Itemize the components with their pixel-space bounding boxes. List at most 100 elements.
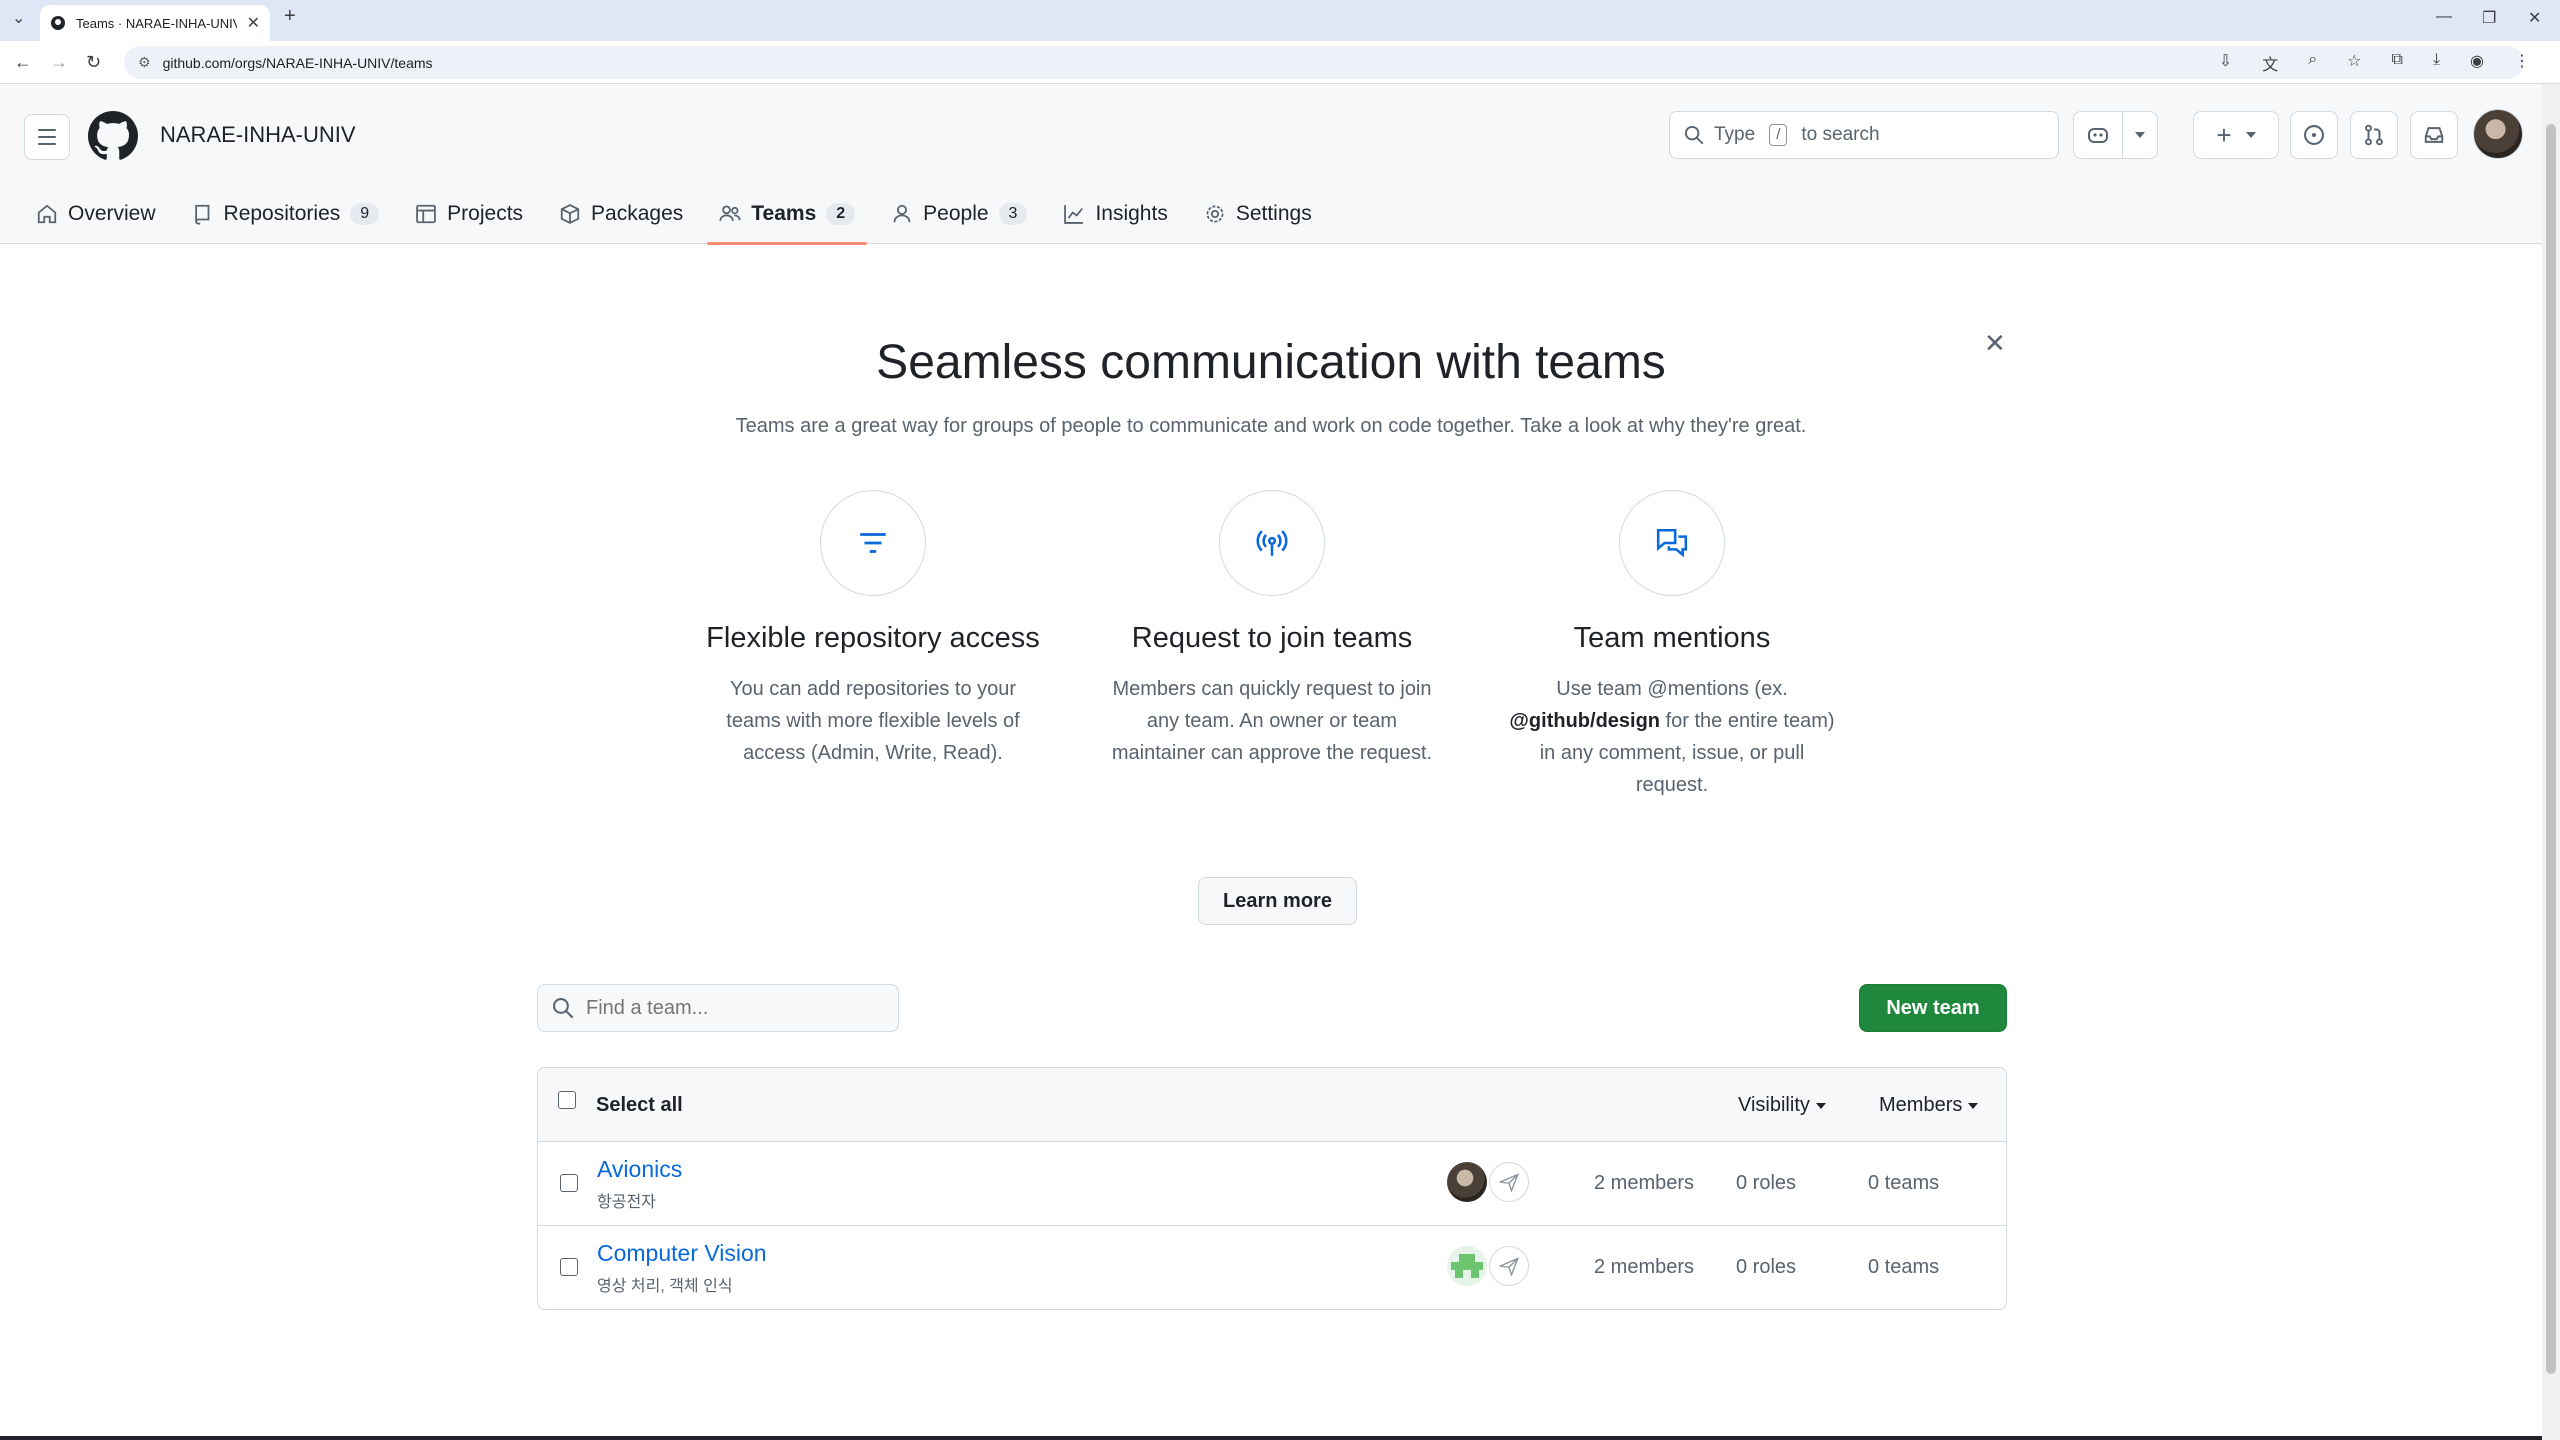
install-icon[interactable]: ⇩: [2219, 51, 2232, 75]
team-roles-count[interactable]: 0 roles: [1736, 1172, 1796, 1195]
back-icon[interactable]: ←: [14, 52, 32, 73]
user-avatar[interactable]: [2473, 109, 2523, 159]
chevron-down-icon: [2245, 132, 2256, 138]
paper-plane-icon: [1499, 1173, 1519, 1192]
member-avatar-placeholder[interactable]: [1489, 1162, 1529, 1202]
feature-title: Flexible repository access: [706, 622, 1040, 654]
open-navigation-button[interactable]: [24, 114, 70, 160]
team-row: Avionics 항공전자 2 members 0 roles 0 teams: [538, 1142, 2006, 1226]
team-roles-count[interactable]: 0 roles: [1736, 1256, 1796, 1279]
restore-icon[interactable]: ❐: [2482, 8, 2496, 28]
browser-menu-icon[interactable]: ⋮: [2514, 51, 2530, 75]
chevron-down-icon: [1968, 1102, 1979, 1109]
select-all-checkbox[interactable]: [558, 1091, 576, 1109]
feature-flexible-access: Flexible repository access You can add r…: [693, 490, 1053, 769]
member-avatar-placeholder[interactable]: [1489, 1246, 1529, 1286]
tab-people[interactable]: People 3: [879, 184, 1039, 244]
filter-icon: [860, 533, 886, 553]
feature-icon-circle: [1619, 490, 1725, 596]
teams-table: Select all Visibility Members Avionics 항…: [537, 1067, 2007, 1310]
pull-requests-button[interactable]: [2350, 111, 2398, 159]
org-header: NARAE-INHA-UNIV Type / to search + Overvie…: [0, 84, 2542, 245]
tab-packages[interactable]: Packages: [547, 184, 695, 244]
chevron-down-icon: [2135, 132, 2145, 138]
github-logo-icon[interactable]: [88, 111, 138, 161]
feature-description: Use team @mentions (ex. @github/design f…: [1492, 673, 1852, 801]
people-icon: [719, 205, 741, 221]
counter-badge: 2: [826, 203, 856, 225]
visibility-filter[interactable]: Visibility: [1738, 1094, 1826, 1117]
gear-icon: [1206, 205, 1224, 223]
translate-icon[interactable]: 文: [2262, 51, 2278, 75]
feature-title: Request to join teams: [1131, 622, 1413, 654]
team-members-count[interactable]: 2 members: [1594, 1172, 1694, 1195]
team-child-teams-count[interactable]: 0 teams: [1868, 1172, 1939, 1195]
team-checkbox[interactable]: [560, 1258, 578, 1276]
team-name-link[interactable]: Avionics: [597, 1156, 682, 1183]
page-scrollbar[interactable]: [2542, 84, 2560, 1440]
reload-icon[interactable]: ↻: [86, 52, 101, 73]
team-name-link[interactable]: Computer Vision: [597, 1240, 767, 1267]
tab-insights[interactable]: Insights: [1051, 184, 1179, 244]
tab-overview[interactable]: Overview: [24, 184, 168, 244]
browser-tab[interactable]: Teams · NARAE-INHA-UNIV ✕: [40, 5, 270, 41]
inbox-button[interactable]: [2410, 111, 2458, 159]
find-team-field[interactable]: [537, 984, 899, 1032]
feature-description: You can add repositories to your teams w…: [726, 678, 1020, 764]
team-row: Computer Vision 영상 처리, 객체 인식 2 members 0…: [538, 1226, 2006, 1309]
org-name[interactable]: NARAE-INHA-UNIV: [160, 122, 356, 148]
tab-repositories[interactable]: Repositories 9: [180, 184, 392, 244]
members-filter[interactable]: Members: [1879, 1094, 1979, 1117]
forward-icon[interactable]: →: [50, 52, 68, 73]
learn-more-button[interactable]: Learn more: [1198, 877, 1357, 925]
counter-badge: 3: [998, 203, 1028, 225]
global-search[interactable]: Type / to search: [1669, 111, 2059, 159]
tab-projects[interactable]: Projects: [403, 184, 535, 244]
counter-badge: 9: [350, 203, 380, 225]
chevron-down-icon: [1815, 1102, 1826, 1109]
browser-tab-strip: ⌄ Teams · NARAE-INHA-UNIV ✕ + — ❐ ✕: [0, 0, 2560, 41]
tab-settings[interactable]: Settings: [1192, 184, 1324, 244]
team-description: 항공전자: [597, 1194, 656, 1211]
new-tab-icon[interactable]: +: [284, 5, 296, 28]
address-bar-row: ⚙ github.com/orgs/NARAE-INHA-UNIV/teams: [0, 41, 2560, 84]
zoom-icon[interactable]: ⌕: [2308, 51, 2317, 75]
feature-team-mentions: Team mentions Use team @mentions (ex. @g…: [1492, 490, 1852, 801]
team-child-teams-count[interactable]: 0 teams: [1868, 1256, 1939, 1279]
member-avatar[interactable]: [1447, 1162, 1487, 1202]
minimize-icon[interactable]: —: [2436, 8, 2452, 26]
team-checkbox[interactable]: [560, 1174, 578, 1192]
paper-plane-icon: [1499, 1257, 1519, 1276]
copilot-menu-button[interactable]: [2122, 111, 2158, 159]
team-members-count[interactable]: 2 members: [1594, 1256, 1694, 1279]
feature-icon-circle: [1219, 490, 1325, 596]
extensions-icon[interactable]: ⧉: [2392, 51, 2403, 75]
copilot-button[interactable]: [2073, 111, 2123, 159]
visibility-filter-label: Visibility: [1738, 1094, 1810, 1116]
create-new-button[interactable]: +: [2193, 111, 2279, 159]
page-bottom-edge: [0, 1436, 2542, 1440]
team-description: 영상 처리, 객체 인식: [597, 1278, 733, 1295]
tab-search-icon[interactable]: ⌄: [12, 8, 25, 28]
new-team-button[interactable]: New team: [1859, 984, 2007, 1032]
close-tab-icon[interactable]: ✕: [247, 13, 260, 33]
org-tab-nav: Overview Repositories 9 Projects Package…: [24, 184, 1336, 245]
tab-label: Packages: [591, 202, 684, 225]
find-team-input[interactable]: [586, 996, 886, 1020]
git-pull-request-icon: [2365, 124, 2383, 146]
bookmark-star-icon[interactable]: ☆: [2347, 51, 2361, 75]
identicon-icon: [1451, 1254, 1483, 1278]
profile-icon[interactable]: ◉: [2470, 51, 2484, 75]
scrollbar-thumb[interactable]: [2546, 124, 2556, 1374]
members-filter-label: Members: [1879, 1094, 1963, 1116]
site-info-icon[interactable]: ⚙: [138, 54, 151, 71]
downloads-icon[interactable]: ⤓: [2433, 51, 2440, 75]
issues-button[interactable]: [2290, 111, 2338, 159]
intro-subtitle: Teams are a great way for groups of peop…: [735, 415, 1807, 437]
search-icon: [1684, 125, 1704, 145]
tab-teams[interactable]: Teams 2: [707, 184, 868, 245]
close-window-icon[interactable]: ✕: [2528, 8, 2541, 28]
broadcast-icon: [1256, 530, 1288, 556]
address-bar[interactable]: ⚙ github.com/orgs/NARAE-INHA-UNIV/teams: [124, 46, 2524, 79]
member-identicon-avatar[interactable]: [1447, 1246, 1487, 1286]
